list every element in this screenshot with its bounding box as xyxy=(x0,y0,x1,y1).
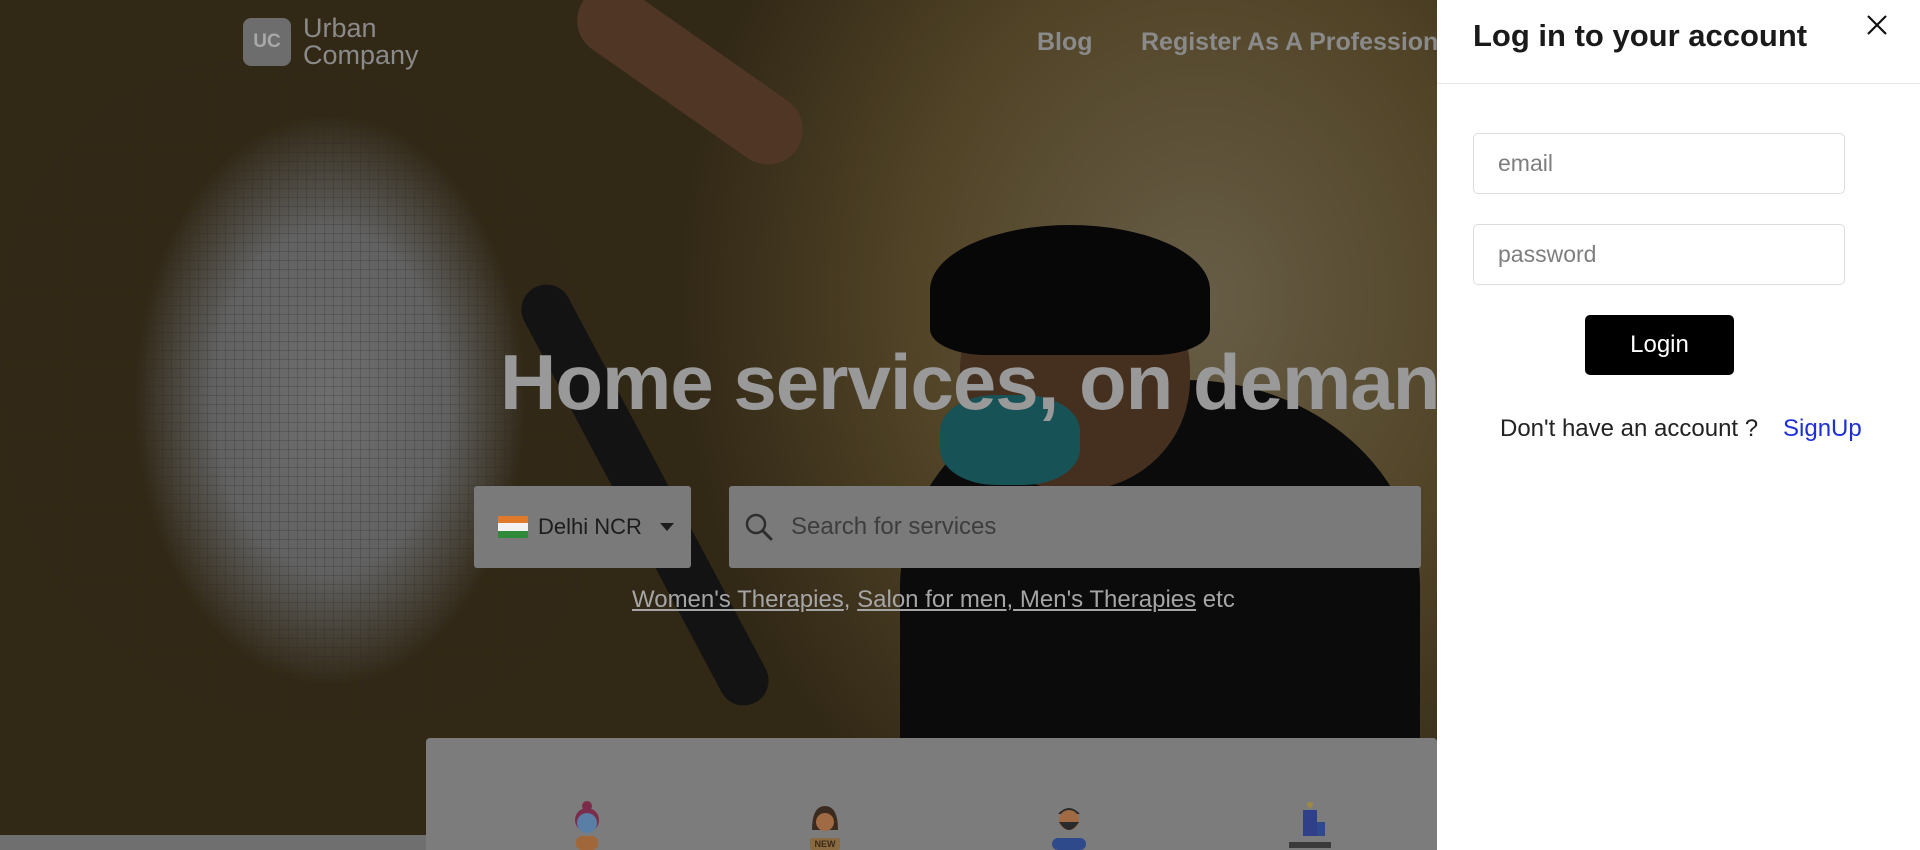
bearded-man-icon[interactable] xyxy=(1044,800,1094,850)
spa-woman-icon[interactable] xyxy=(562,800,612,850)
no-account-text: Don't have an account ? xyxy=(1500,415,1759,442)
password-field[interactable] xyxy=(1473,224,1845,285)
chevron-down-icon xyxy=(659,523,674,531)
service-search-box[interactable] xyxy=(729,486,1421,568)
logo-line-1: Urban xyxy=(303,13,377,43)
new-badge: NEW xyxy=(815,839,837,849)
new-service-woman-icon[interactable]: NEW xyxy=(800,800,850,850)
popular-services: Women's Therapies, Salon for men, Men's … xyxy=(632,586,1235,614)
candle-spa-icon[interactable] xyxy=(1285,800,1335,850)
suggestion-etc: etc xyxy=(1202,586,1235,613)
logo-wordmark: Urban Company xyxy=(303,15,419,69)
logo-mark: UC xyxy=(243,18,291,66)
close-icon xyxy=(1867,15,1887,35)
suggestion-separator: , xyxy=(843,586,851,613)
page-section-strip xyxy=(0,835,430,850)
email-field[interactable] xyxy=(1473,133,1845,194)
city-label: Delhi NCR xyxy=(538,514,642,539)
india-flag-icon xyxy=(498,516,528,538)
login-drawer: Log in to your account Login Don't have … xyxy=(1437,0,1920,850)
urban-company-logo[interactable]: UC Urban Company xyxy=(243,15,419,69)
close-button[interactable] xyxy=(1865,13,1889,37)
nav-register-professional-link[interactable]: Register As A Professiona xyxy=(1141,28,1452,57)
suggestion-womens-therapies[interactable]: Women's Therapies xyxy=(632,586,844,613)
nav-blog-link[interactable]: Blog xyxy=(1037,28,1093,57)
login-title: Log in to your account xyxy=(1473,18,1808,53)
suggestion-salon-men[interactable]: Salon for men, Men's Therapies xyxy=(857,586,1196,613)
hero-headline: Home services, on demand. xyxy=(500,338,1508,426)
logo-line-2: Company xyxy=(303,40,419,70)
search-icon xyxy=(745,513,773,541)
city-selector[interactable]: Delhi NCR xyxy=(474,486,691,568)
search-input[interactable] xyxy=(791,513,1391,541)
signup-link[interactable]: SignUp xyxy=(1783,415,1862,443)
login-button[interactable]: Login xyxy=(1585,315,1734,375)
login-drawer-header: Log in to your account xyxy=(1437,0,1920,84)
